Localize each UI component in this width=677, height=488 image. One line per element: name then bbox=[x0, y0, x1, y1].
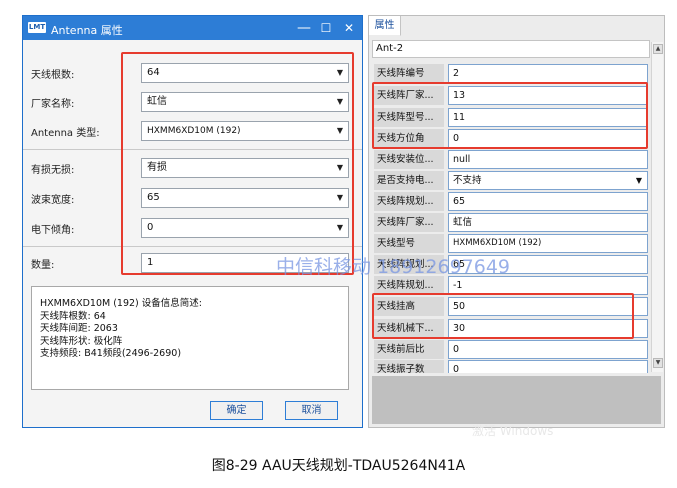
minimize-button[interactable]: — bbox=[294, 19, 314, 37]
chevron-down-icon: ▼ bbox=[336, 163, 343, 172]
antenna-count-row: 天线根数: 64 ▼ bbox=[31, 63, 351, 83]
chevron-down-icon: ▼ bbox=[336, 126, 343, 135]
loss-label: 有损无损: bbox=[31, 165, 75, 176]
property-row: 天线阵规划... 65 bbox=[372, 191, 650, 212]
description-area: 激活 Windows bbox=[372, 376, 661, 438]
activate-windows-text: 激活 Windows bbox=[472, 424, 554, 438]
tab-properties[interactable]: 属性 bbox=[369, 16, 401, 36]
antenna-count-value: 64 bbox=[147, 67, 160, 78]
property-value: 不支持 bbox=[453, 175, 482, 186]
chevron-down-icon: ▼ bbox=[635, 176, 642, 185]
vendor-label: 厂家名称: bbox=[31, 99, 75, 110]
vendor-row: 厂家名称: 虹信 ▼ bbox=[31, 92, 351, 112]
divider bbox=[23, 149, 362, 150]
description-line: 天线阵根数: 64 bbox=[40, 310, 106, 322]
property-row: 天线阵编号 2 bbox=[372, 63, 650, 84]
property-row: 天线阵厂家... 虹信 bbox=[372, 212, 650, 233]
description-line: 天线阵形状: 极化阵 bbox=[40, 335, 123, 347]
property-name: 天线方位角 bbox=[374, 129, 444, 148]
vendor-value: 虹信 bbox=[147, 96, 167, 107]
device-description: HXMM6XD10M (192) 设备信息简述: 天线阵根数: 64 天线阵间距… bbox=[31, 286, 349, 390]
beam-width-row: 波束宽度: 65 ▼ bbox=[31, 188, 351, 208]
object-name-field[interactable]: Ant-2 bbox=[372, 40, 650, 58]
scroll-up-icon[interactable]: ▲ bbox=[653, 44, 663, 54]
property-value[interactable]: HXMM6XD10M (192) bbox=[448, 234, 648, 253]
chevron-down-icon: ▼ bbox=[336, 193, 343, 202]
property-name: 天线阵厂家... bbox=[374, 86, 444, 105]
property-row: 是否支持电... 不支持 ▼ bbox=[372, 170, 650, 191]
property-value[interactable]: 2 bbox=[448, 64, 648, 83]
property-row: 天线振子数 0 bbox=[372, 359, 650, 373]
property-name: 是否支持电... bbox=[374, 171, 444, 190]
property-value[interactable]: 30 bbox=[448, 319, 648, 338]
divider bbox=[23, 246, 362, 247]
property-name: 天线安装位... bbox=[374, 150, 444, 169]
antenna-properties-dialog: LMT Antenna 属性 — ☐ ✕ 天线根数: 64 ▼ 厂家名称: 虹信… bbox=[22, 15, 363, 428]
property-name: 天线机械下... bbox=[374, 319, 444, 338]
close-button[interactable]: ✕ bbox=[339, 19, 359, 37]
property-name: 天线振子数 bbox=[374, 360, 444, 373]
property-value[interactable]: 0 bbox=[448, 340, 648, 359]
app-logo-icon: LMT bbox=[28, 22, 46, 33]
property-name: 天线阵厂家... bbox=[374, 213, 444, 232]
property-name: 天线前后比 bbox=[374, 340, 444, 359]
chevron-down-icon: ▼ bbox=[336, 223, 343, 232]
loss-row: 有损无损: 有损 ▼ bbox=[31, 158, 351, 178]
property-row: 天线阵厂家... 13 bbox=[372, 85, 650, 106]
chevron-down-icon: ▼ bbox=[336, 68, 343, 77]
property-name: 天线挂高 bbox=[374, 297, 444, 316]
property-row: 天线前后比 0 bbox=[372, 339, 650, 360]
property-value[interactable]: 11 bbox=[448, 108, 648, 127]
vendor-select[interactable]: 虹信 ▼ bbox=[141, 92, 349, 112]
watermark-text: 中信科移动 18912697649 bbox=[276, 256, 511, 278]
property-row: 天线安装位... null bbox=[372, 149, 650, 170]
property-value[interactable]: 0 bbox=[448, 360, 648, 373]
beam-width-value: 65 bbox=[147, 192, 160, 203]
property-value[interactable]: 50 bbox=[448, 297, 648, 316]
property-row: 天线挂高 50 bbox=[372, 296, 650, 317]
tilt-row: 电下倾角: 0 ▼ bbox=[31, 218, 351, 238]
maximize-button[interactable]: ☐ bbox=[316, 19, 336, 37]
beam-width-label: 波束宽度: bbox=[31, 195, 75, 206]
property-value[interactable]: null bbox=[448, 150, 648, 169]
figure-caption: 图8-29 AAU天线规划-TDAU5264N41A bbox=[211, 458, 466, 474]
property-name: 天线阵型号... bbox=[374, 108, 444, 127]
property-name: 天线型号 bbox=[374, 234, 444, 253]
scroll-down-icon[interactable]: ▼ bbox=[653, 358, 663, 368]
property-name: 天线阵编号 bbox=[374, 64, 444, 83]
antenna-type-row: Antenna 类型: HXMM6XD10M (192) ▼ bbox=[31, 121, 351, 141]
property-panel: 属性 Ant-2 天线阵编号 2 天线阵厂家... 13 天线阵型号... 11… bbox=[368, 15, 665, 438]
vertical-scrollbar[interactable]: ▲ ▼ bbox=[651, 42, 663, 372]
property-name: 天线阵规划... bbox=[374, 192, 444, 211]
antenna-type-select[interactable]: HXMM6XD10M (192) ▼ bbox=[141, 121, 349, 141]
description-line: 天线阵间距: 2063 bbox=[40, 323, 118, 334]
tilt-label: 电下倾角: bbox=[31, 225, 75, 236]
antenna-type-label: Antenna 类型: bbox=[31, 128, 100, 139]
property-row: 天线阵型号... 11 bbox=[372, 107, 650, 128]
dialog-title-bar: LMT Antenna 属性 — ☐ ✕ bbox=[23, 16, 362, 40]
loss-select[interactable]: 有损 ▼ bbox=[141, 158, 349, 178]
dialog-title: Antenna 属性 bbox=[51, 24, 123, 37]
property-row: 天线方位角 0 bbox=[372, 128, 650, 149]
antenna-count-select[interactable]: 64 ▼ bbox=[141, 63, 349, 83]
description-line: HXMM6XD10M (192) 设备信息简述: bbox=[40, 298, 202, 309]
antenna-count-label: 天线根数: bbox=[31, 70, 75, 81]
description-line: 支持频段: B41频段(2496-2690) bbox=[40, 348, 182, 359]
tilt-select[interactable]: 0 ▼ bbox=[141, 218, 349, 238]
property-value-select[interactable]: 不支持 ▼ bbox=[448, 171, 648, 190]
tilt-value: 0 bbox=[147, 222, 154, 233]
property-value[interactable]: 0 bbox=[448, 129, 648, 148]
property-row: 天线机械下... 30 bbox=[372, 318, 650, 339]
property-value[interactable]: 虹信 bbox=[448, 213, 648, 232]
antenna-type-value: HXMM6XD10M (192) bbox=[147, 126, 241, 136]
property-row: 天线型号 HXMM6XD10M (192) bbox=[372, 233, 650, 254]
beam-width-select[interactable]: 65 ▼ bbox=[141, 188, 349, 208]
quantity-label: 数量: bbox=[31, 260, 55, 271]
property-value[interactable]: 13 bbox=[448, 86, 648, 105]
cancel-button[interactable]: 取消 bbox=[285, 401, 338, 420]
property-value[interactable]: 65 bbox=[448, 192, 648, 211]
chevron-down-icon: ▼ bbox=[336, 97, 343, 106]
loss-value: 有损 bbox=[147, 162, 167, 173]
ok-button[interactable]: 确定 bbox=[210, 401, 263, 420]
